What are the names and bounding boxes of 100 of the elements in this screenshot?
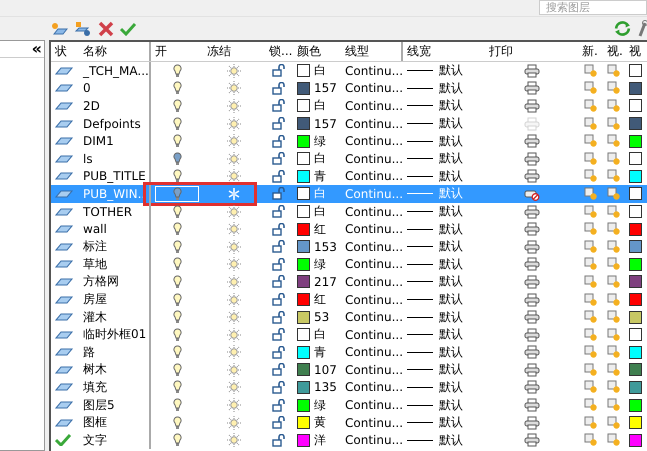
viewport-color-swatch[interactable] — [629, 310, 642, 324]
unlocked-padlock-icon[interactable] — [272, 275, 286, 288]
viewport-freeze-icon[interactable] — [607, 328, 621, 342]
lineweight[interactable]: 默认 — [439, 220, 463, 238]
linetype[interactable]: Continu... — [345, 98, 404, 113]
sun-icon[interactable] — [227, 362, 241, 377]
wrench-icon[interactable] — [637, 20, 647, 37]
color-swatch[interactable] — [297, 380, 310, 394]
color-swatch[interactable] — [297, 240, 310, 254]
layer-row[interactable]: 方格网 217 Continu... 默认 — [51, 273, 647, 291]
lineweight[interactable]: 默认 — [439, 150, 463, 168]
viewport-freeze-icon[interactable] — [607, 134, 621, 148]
viewport-color-swatch[interactable] — [629, 363, 642, 376]
printer-icon[interactable] — [524, 274, 540, 289]
lightbulb-icon[interactable] — [172, 64, 182, 78]
viewport-freeze-icon[interactable] — [607, 152, 621, 166]
viewport-freeze-icon[interactable] — [607, 292, 621, 307]
column-header[interactable]: 新. — [578, 42, 603, 61]
snowflake-icon[interactable] — [227, 186, 241, 201]
layer-row[interactable]: 草地 绿 Continu... 默认 — [51, 256, 647, 274]
viewport-freeze-icon[interactable] — [607, 98, 621, 113]
linetype[interactable]: Continu... — [345, 134, 404, 148]
sun-icon[interactable] — [227, 152, 241, 166]
viewport-color-swatch[interactable] — [629, 398, 642, 412]
viewport-color-swatch[interactable] — [629, 346, 642, 359]
viewport-color-swatch[interactable] — [629, 64, 642, 78]
linetype[interactable]: Continu... — [345, 116, 404, 131]
linetype[interactable]: Continu... — [345, 292, 404, 307]
lightbulb-icon[interactable] — [172, 186, 182, 201]
viewport-color-swatch[interactable] — [629, 240, 642, 254]
color-swatch[interactable] — [297, 170, 310, 183]
new-viewport-freeze-icon[interactable] — [584, 240, 598, 254]
unlocked-padlock-icon[interactable] — [272, 64, 286, 78]
printer-icon[interactable] — [524, 398, 540, 412]
lightbulb-icon[interactable] — [172, 398, 182, 412]
sun-icon[interactable] — [227, 204, 241, 219]
unlocked-padlock-icon[interactable] — [272, 328, 286, 342]
viewport-freeze-icon[interactable] — [607, 416, 621, 430]
unlocked-padlock-icon[interactable] — [272, 205, 286, 218]
unlocked-padlock-icon[interactable] — [272, 240, 286, 254]
viewport-freeze-icon[interactable] — [607, 345, 621, 360]
lightbulb-icon[interactable] — [172, 152, 182, 166]
viewport-color-swatch[interactable] — [629, 434, 642, 447]
lineweight[interactable]: 默认 — [439, 326, 463, 344]
lightbulb-icon[interactable] — [172, 328, 182, 342]
lineweight[interactable]: 默认 — [439, 414, 463, 432]
printer-icon[interactable] — [524, 152, 540, 166]
color-swatch[interactable] — [297, 293, 310, 306]
color-swatch[interactable] — [297, 346, 310, 359]
viewport-color-swatch[interactable] — [629, 187, 642, 200]
lightbulb-icon[interactable] — [172, 222, 182, 236]
unlocked-padlock-icon[interactable] — [272, 170, 286, 183]
lineweight[interactable]: 默认 — [439, 378, 463, 396]
unlocked-padlock-icon[interactable] — [272, 134, 286, 148]
color-swatch[interactable] — [297, 434, 310, 447]
viewport-color-swatch[interactable] — [629, 275, 642, 288]
layer-row[interactable]: wall 红 Continu... 默认 — [51, 220, 647, 238]
lineweight[interactable]: 默认 — [439, 203, 463, 220]
sun-icon[interactable] — [227, 81, 241, 96]
viewport-color-swatch[interactable] — [629, 222, 642, 236]
viewport-color-swatch[interactable] — [629, 416, 642, 430]
linetype[interactable]: Continu... — [345, 81, 404, 96]
viewport-freeze-icon[interactable] — [607, 116, 621, 131]
lightbulb-icon[interactable] — [172, 416, 182, 430]
layer-row[interactable]: 图框 黄 Continu... 默认 — [51, 414, 647, 432]
linetype[interactable]: Continu... — [345, 310, 404, 324]
lineweight[interactable]: 默认 — [439, 291, 463, 308]
lineweight[interactable]: 默认 — [439, 273, 463, 290]
lineweight[interactable]: 默认 — [439, 432, 463, 449]
lightbulb-icon[interactable] — [172, 204, 182, 219]
lineweight[interactable]: 默认 — [439, 97, 463, 114]
lightbulb-icon[interactable] — [172, 240, 182, 254]
printer-icon[interactable] — [524, 81, 540, 96]
unlocked-padlock-icon[interactable] — [272, 82, 286, 95]
checkmark-icon[interactable] — [120, 22, 136, 36]
new-viewport-freeze-icon[interactable] — [584, 292, 598, 307]
lightbulb-icon[interactable] — [172, 310, 182, 324]
lineweight[interactable]: 默认 — [439, 132, 463, 150]
new-viewport-freeze-icon[interactable] — [584, 186, 598, 201]
linetype[interactable]: Continu... — [345, 257, 404, 272]
column-header[interactable]: 开 — [151, 42, 203, 61]
printer-icon[interactable] — [524, 416, 540, 430]
new-viewport-freeze-icon[interactable] — [584, 274, 598, 289]
linetype[interactable]: Continu... — [345, 328, 404, 342]
unlocked-padlock-icon[interactable] — [272, 380, 286, 394]
lineweight[interactable]: 默认 — [439, 361, 463, 378]
lightbulb-icon[interactable] — [172, 433, 182, 448]
printer-icon[interactable] — [524, 257, 540, 272]
layer-row[interactable]: _TCH_MA... 白 Continu... 默认 — [51, 62, 647, 80]
new-viewport-freeze-icon[interactable] — [584, 362, 598, 377]
unlocked-padlock-icon[interactable] — [272, 346, 286, 359]
unlocked-padlock-icon[interactable] — [272, 434, 286, 447]
column-header[interactable]: 冻结 — [203, 42, 265, 61]
printer-icon[interactable] — [524, 380, 540, 394]
layer-row[interactable]: 树木 107 Continu... 默认 — [51, 361, 647, 379]
lineweight[interactable]: 默认 — [439, 62, 463, 80]
printer-icon[interactable] — [524, 240, 540, 254]
sun-icon[interactable] — [227, 222, 241, 236]
printer-icon[interactable] — [524, 310, 540, 324]
viewport-color-swatch[interactable] — [629, 258, 642, 271]
